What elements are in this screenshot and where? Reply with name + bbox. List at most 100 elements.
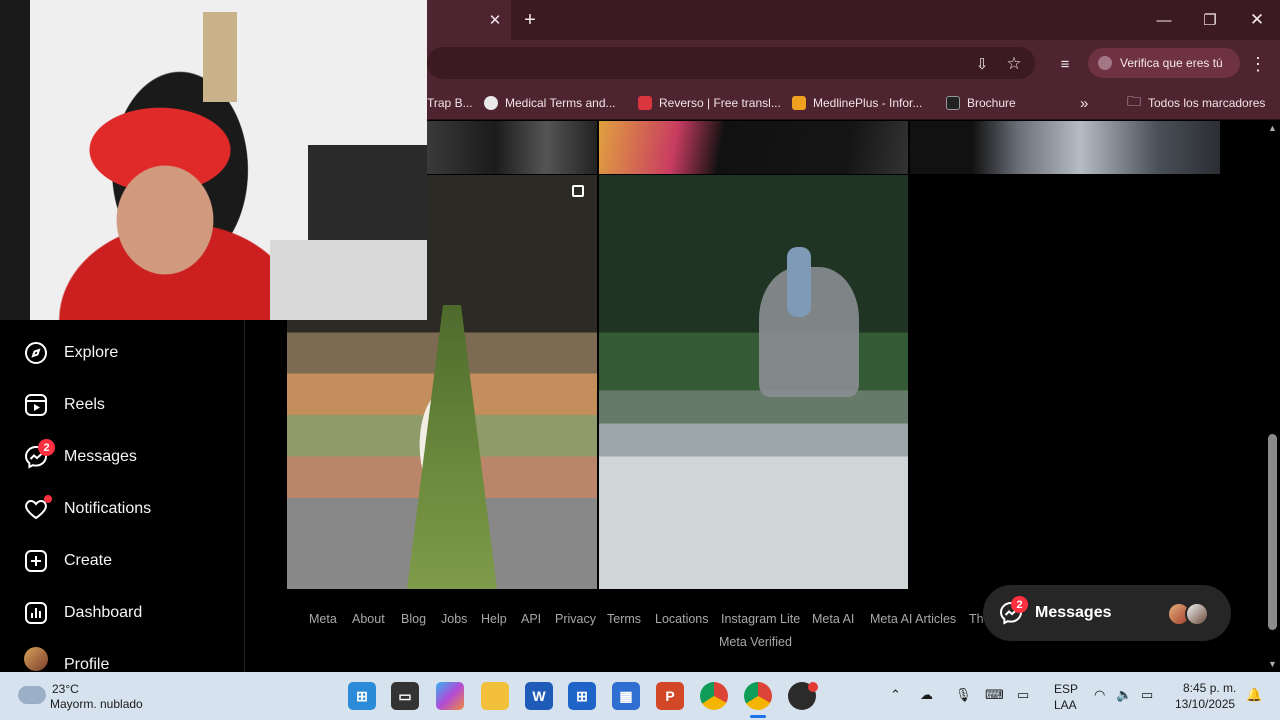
notification-dot [808,682,818,692]
address-bar[interactable] [427,47,1035,79]
install-app-icon[interactable]: ⇩ [970,52,994,76]
footer-link[interactable]: Meta [309,612,337,626]
messages-pill-badge: 2 [1011,596,1028,613]
poster [203,12,237,102]
footer-link[interactable]: Th [969,612,984,626]
windows-start-icon[interactable]: ⊞ [348,682,376,710]
footer-link[interactable]: Blog [401,612,426,626]
scrollbar-thumb[interactable] [1268,434,1277,630]
footer-link[interactable]: Terms [607,612,641,626]
compass-icon [24,341,48,365]
sidebar-item-label: Notifications [64,500,152,517]
sidebar-item-label: Dashboard [64,604,143,621]
bookmark-star-icon[interactable]: ☆ [1002,52,1026,76]
sidebar-item-label: Reels [64,396,105,413]
volume-icon[interactable]: 🔈 [1116,687,1132,703]
profile-avatar-icon [1098,56,1112,70]
sidebar-item-explore[interactable]: Explore [0,331,244,375]
new-tab-button[interactable]: + [518,8,542,32]
footer-link[interactable]: Instagram Lite [721,612,800,626]
sidebar: Explore Reels 2 Messages Notifications C… [0,320,245,672]
sidebar-item-label: Profile [64,656,110,672]
cloud-off-icon[interactable]: ☁ [920,687,933,703]
folder-icon: 🗀 [1127,93,1141,109]
bookmark-label: Brochure [967,96,1016,110]
footer-link[interactable]: Privacy [555,612,596,626]
bookmark-label: Trap B... [427,96,473,110]
sidebar-item-messages[interactable]: 2 Messages [0,435,244,479]
sidebar-item-create[interactable]: Create [0,539,244,583]
file-explorer-icon[interactable] [481,682,509,710]
grid-photo[interactable] [599,121,908,174]
scroll-down-icon[interactable]: ▼ [1268,659,1278,669]
sidebar-item-label: Create [64,552,113,569]
taskbar: 23°C Mayorm. nublado ⊞ ▭ W ⊞ ▦ P ⌃ ☁ 🎙 ⌨… [0,672,1280,720]
microphone-icon[interactable]: 🎙 [955,687,972,703]
close-tab-icon[interactable]: ✕ [485,10,505,30]
footer-link[interactable]: Jobs [441,612,467,626]
notification-dot [44,495,52,503]
bookmark-label: Medical Terms and... [505,96,616,110]
sidebar-item-reels[interactable]: Reels [0,383,244,427]
active-tab[interactable]: ✕ [427,0,511,40]
messages-pill-label: Messages [1035,604,1112,621]
grid-photo[interactable] [910,121,1220,174]
clock-time[interactable]: 8:45 p. m. [1183,681,1236,695]
all-bookmarks-button[interactable]: 🗀 Todos los marcadores [1127,92,1265,114]
calendar-icon[interactable]: ▦ [612,682,640,710]
shelf [308,145,427,240]
sidebar-item-dashboard[interactable]: Dashboard [0,591,244,635]
chrome-profile-icon[interactable] [744,682,772,710]
footer-link[interactable]: About [352,612,385,626]
close-window-button[interactable]: ✕ [1245,8,1269,32]
avatar [1185,602,1209,626]
reels-icon [24,393,48,417]
plus-square-icon [24,549,48,573]
sidebar-item-notifications[interactable]: Notifications [0,487,244,531]
clock-date[interactable]: 13/10/2025 [1175,697,1235,711]
footer-link[interactable]: Meta Verified [719,635,792,649]
footer-link[interactable]: API [521,612,541,626]
keyboard-icon[interactable]: ⌨ [985,687,1004,703]
chevron-up-icon[interactable]: ⌃ [890,687,901,703]
bookmark-favicon-icon [638,96,652,110]
task-view-icon[interactable]: ▭ [391,682,419,710]
scroll-up-icon[interactable]: ▲ [1268,123,1278,133]
sidebar-item-profile[interactable]: Profile [0,643,244,672]
sidebar-item-label: Messages [64,448,137,465]
bookmark-item[interactable]: Brochure [946,92,1016,114]
weather-widget[interactable]: 23°C Mayorm. nublado [14,680,164,714]
bookmark-item[interactable]: Reverso | Free transl... [638,92,781,114]
display-icon[interactable]: ▭ [1017,687,1029,703]
dashboard-icon [24,601,48,625]
bookmark-item[interactable]: MedlinePlus - Infor... [792,92,922,114]
chrome-icon[interactable] [700,682,728,710]
footer-link[interactable]: Meta AI Articles [870,612,956,626]
webcam-overlay [0,0,427,320]
more-bookmarks-chevron-icon[interactable]: » [1080,92,1088,114]
grid-photo-horse[interactable] [599,175,908,589]
language-top[interactable]: ESP [1054,682,1078,696]
chrome-menu-icon[interactable]: ⋮ [1248,52,1268,76]
bookmark-item[interactable]: Trap B... [427,92,473,114]
battery-icon[interactable]: ▭ [1141,687,1153,703]
store-icon[interactable]: ⊞ [568,682,596,710]
messages-drawer-button[interactable]: 2 Messages [983,585,1231,641]
bookmark-label: Reverso | Free transl... [659,96,781,110]
restore-button[interactable]: ❐ [1198,8,1222,32]
grid-photo[interactable] [427,121,597,174]
profile-button[interactable]: Verifica que eres tú [1088,48,1240,78]
wifi-icon[interactable]: ◠ [1094,687,1105,703]
media-control-icon[interactable]: ≡ [1053,52,1077,76]
language-bottom[interactable]: LAA [1054,698,1077,712]
notification-center-icon[interactable]: 🔔 [1246,687,1262,703]
footer-link[interactable]: Locations [655,612,709,626]
word-icon[interactable]: W [525,682,553,710]
footer-link[interactable]: Help [481,612,507,626]
powerpoint-icon[interactable]: P [656,682,684,710]
bookmark-favicon-icon [792,96,806,110]
bookmark-item[interactable]: Medical Terms and... [484,92,616,114]
minimize-button[interactable]: — [1152,8,1176,32]
copilot-icon[interactable] [436,682,464,710]
footer-link[interactable]: Meta AI [812,612,854,626]
